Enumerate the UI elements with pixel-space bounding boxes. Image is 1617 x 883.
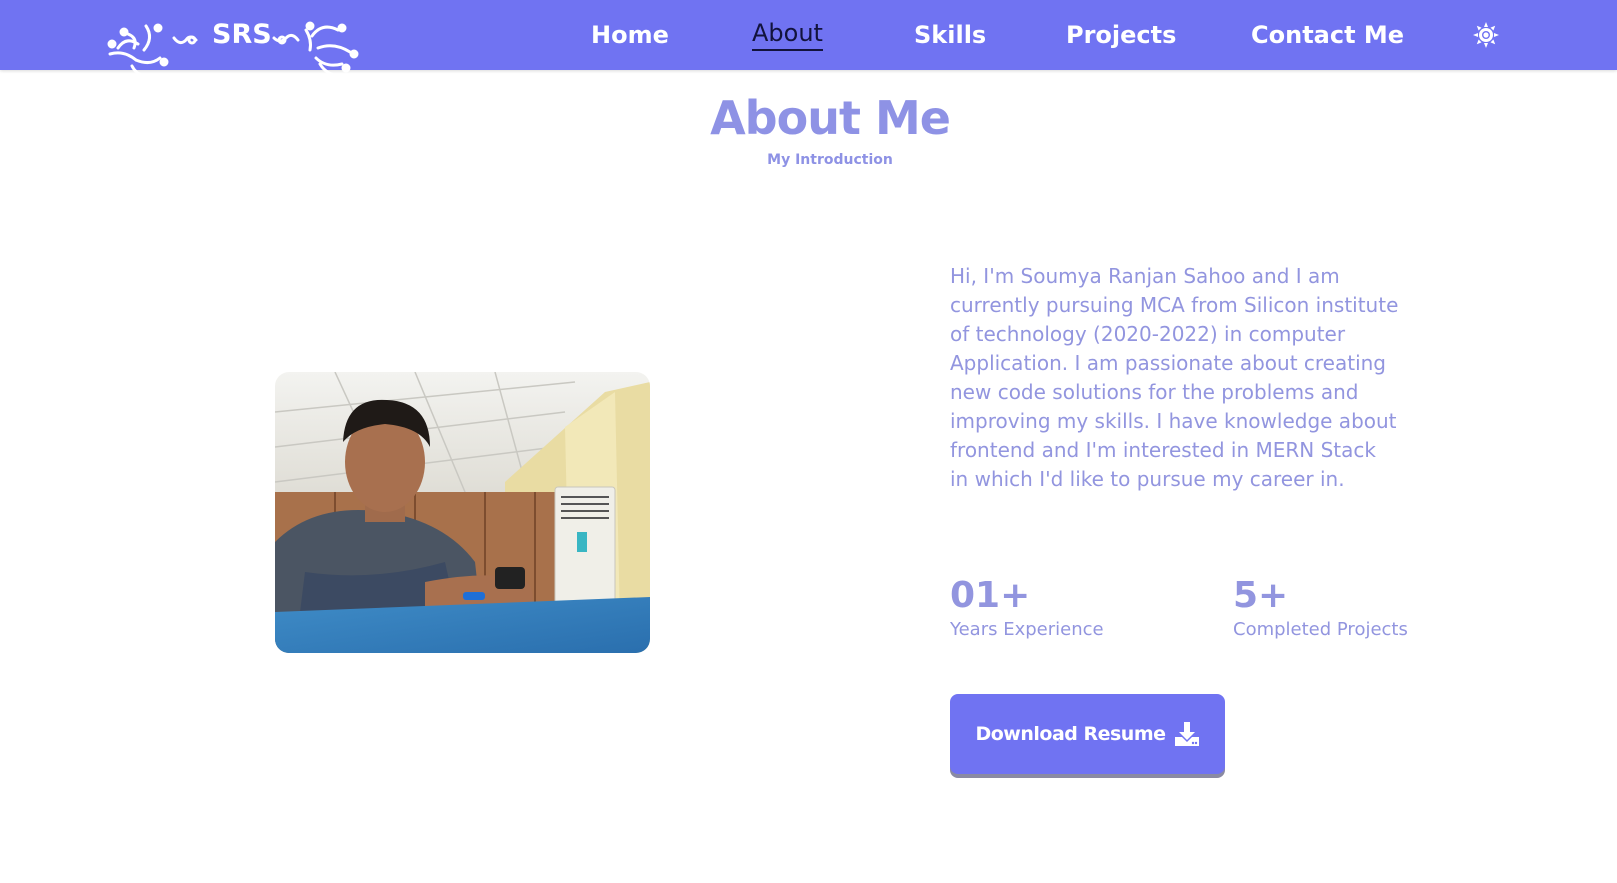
download-resume-label: Download Resume (975, 723, 1166, 745)
about-description: Hi, I'm Soumya Ranjan Sahoo and I am cur… (950, 264, 1399, 491)
download-icon (1174, 722, 1199, 746)
nav-about[interactable]: About (752, 17, 823, 51)
stat-experience-number: 01+ (950, 575, 1031, 616)
nav-projects[interactable]: Projects (1066, 19, 1176, 51)
sun-icon (1473, 22, 1499, 48)
profile-photo (275, 372, 650, 653)
navbar: SRS Home About Skills Projects Contact M… (0, 0, 1617, 78)
logo-text: SRS (212, 19, 272, 50)
download-resume-button[interactable]: Download Resume (950, 694, 1225, 774)
nav-skills[interactable]: Skills (914, 19, 986, 51)
stat-projects-label: Completed Projects (1233, 619, 1408, 640)
section-subtitle: My Introduction (767, 152, 893, 168)
stat-projects-number: 5+ (1233, 575, 1289, 616)
section-title: About Me (710, 91, 951, 145)
logo[interactable]: SRS (106, 14, 376, 84)
theme-toggle-button[interactable] (1473, 22, 1499, 48)
stat-experience-label: Years Experience (950, 619, 1104, 640)
nav-contact[interactable]: Contact Me (1251, 19, 1404, 51)
nav-home[interactable]: Home (591, 19, 669, 51)
stat-projects: 5+ Completed Projects (1233, 574, 1408, 642)
stat-experience: 01+ Years Experience (950, 574, 1104, 642)
